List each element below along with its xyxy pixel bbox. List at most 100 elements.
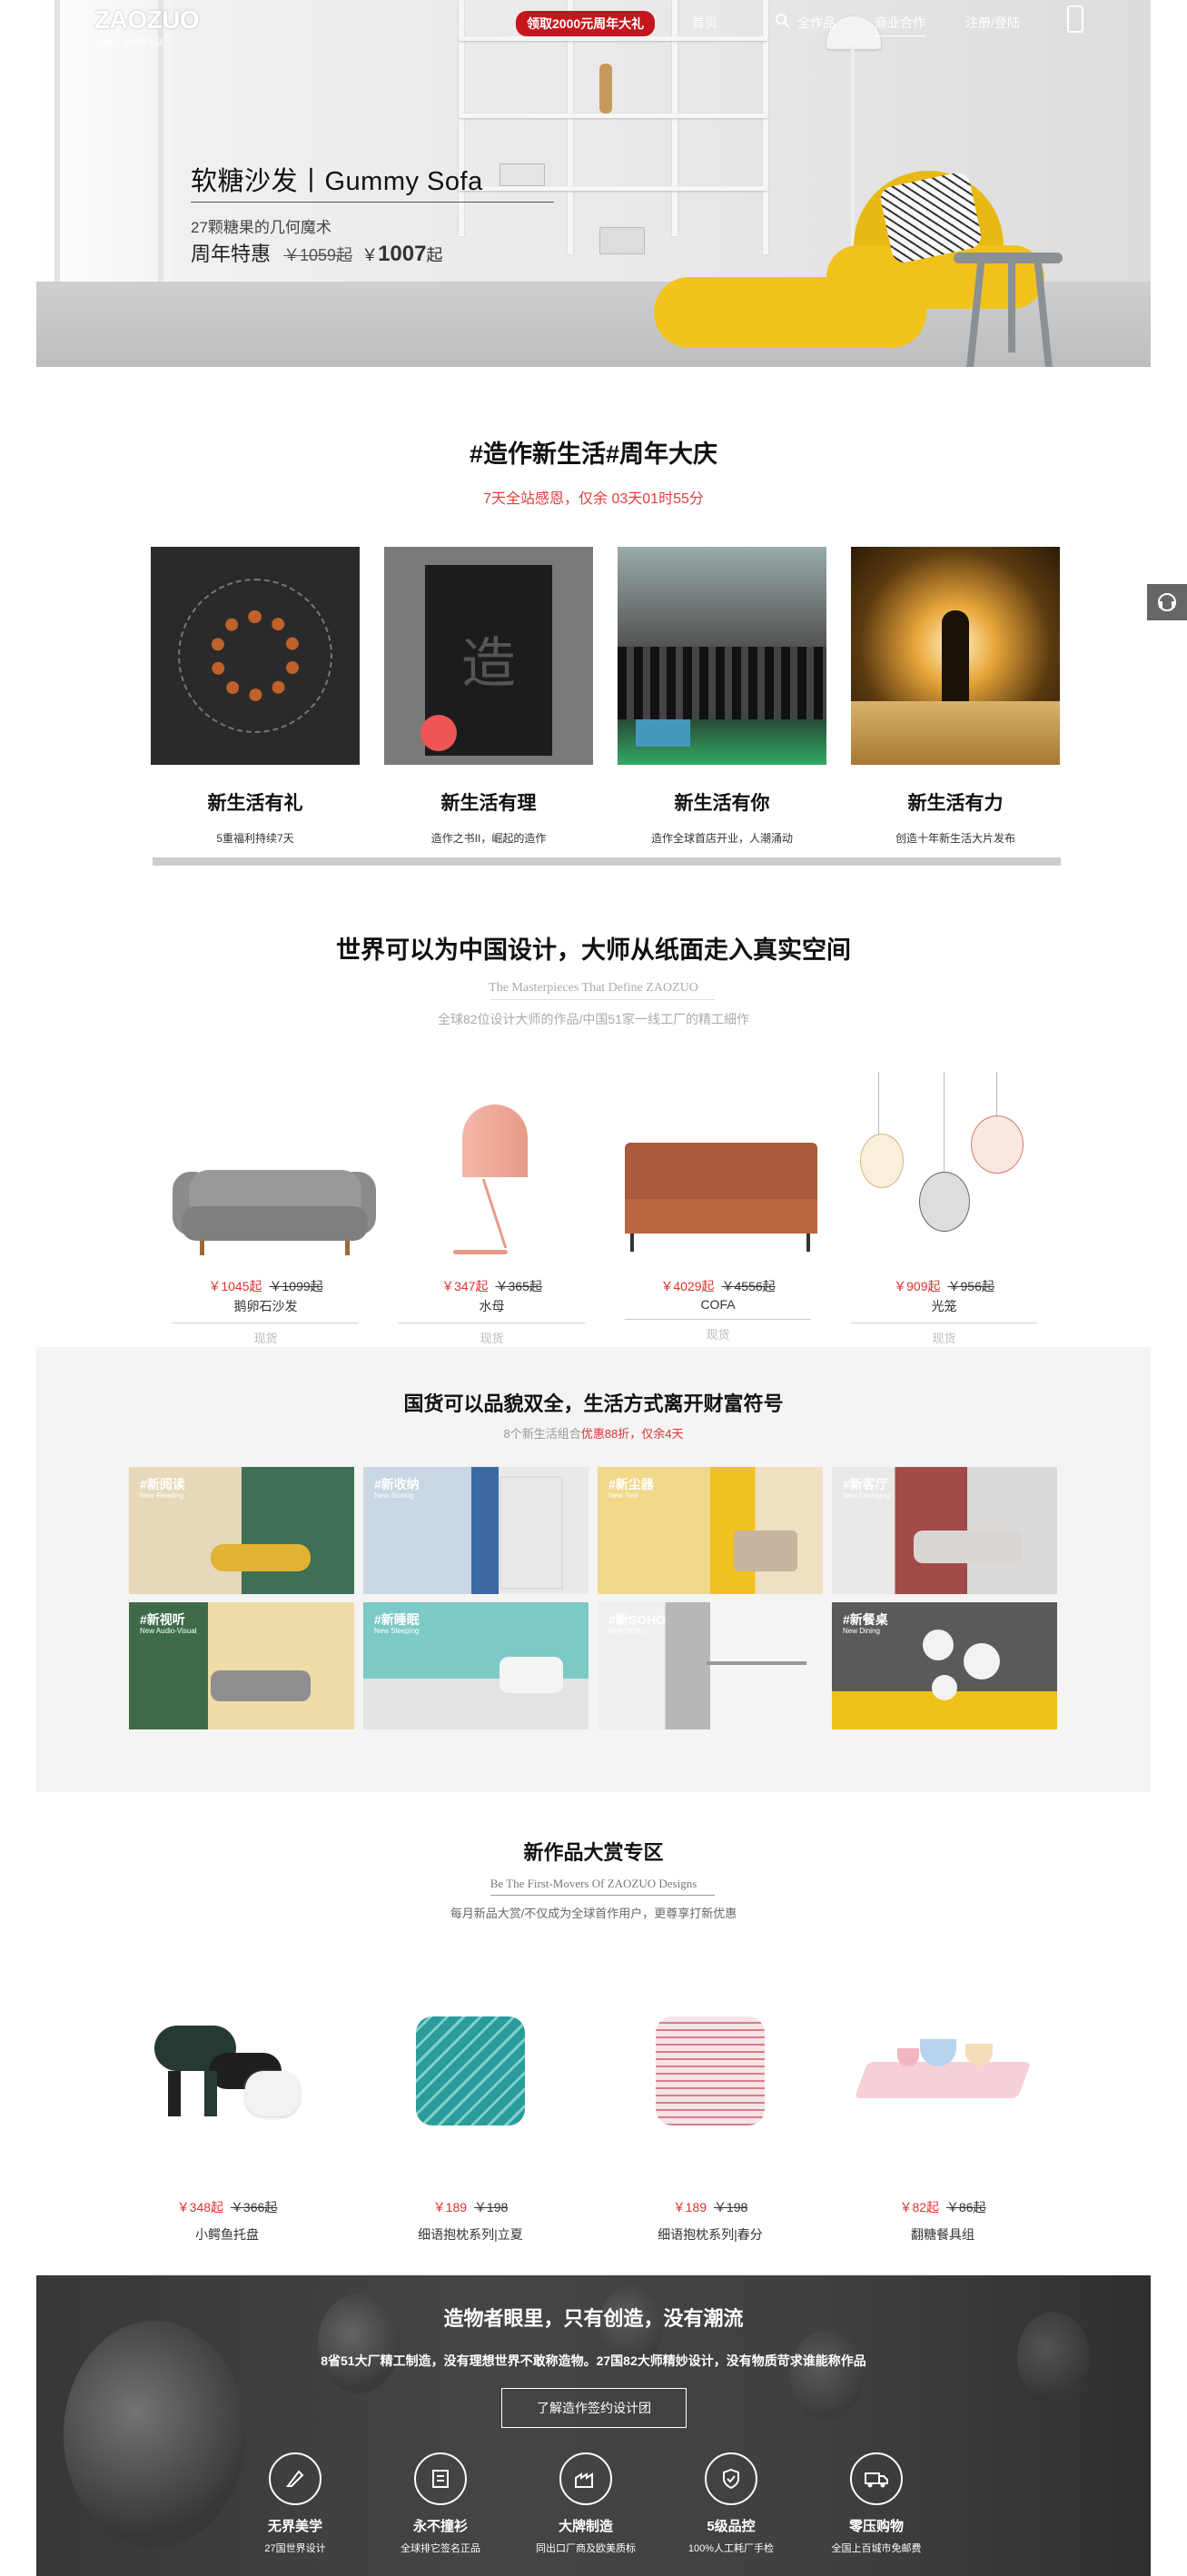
hero-new-price-value: 1007 [378, 242, 427, 266]
hero-old-price: ￥1059起 [283, 246, 353, 264]
event-card-image [151, 547, 360, 765]
section1-title: #造作新生活#周年大庆 [469, 441, 718, 468]
feature-title: 永不撞衫 [412, 2519, 468, 2534]
new-product-card[interactable]: ￥82起 ￥86起 翻糖餐具组 [843, 1998, 1043, 2244]
tile-tag: #新客厅 New Lounging [843, 1478, 889, 1500]
original-price: ￥1099起 [269, 1279, 323, 1293]
product-card[interactable]: ￥909起 ￥956起 光笼 现货 [851, 1072, 1037, 1346]
new-product-card[interactable]: ￥189 ￥198 细语抱枕系列|春分 [610, 1998, 810, 2244]
tile-sofa [211, 1544, 311, 1571]
current-price: ￥909起 [894, 1279, 941, 1293]
original-price: ￥365起 [495, 1279, 542, 1293]
tile-tag-en: New Storing [374, 1491, 414, 1500]
event-card[interactable]: 造 新生活有理 造作之书II，崛起的造作 [384, 547, 593, 846]
original-price: ￥198 [713, 2200, 748, 2214]
current-price: ￥1045起 [208, 1279, 262, 1293]
silhouette [942, 610, 969, 710]
tray-leg [168, 2071, 181, 2116]
product-card[interactable]: ￥347起 ￥365起 水母 现货 [399, 1072, 585, 1346]
original-price: ￥198 [473, 2200, 509, 2214]
current-price: ￥347起 [441, 1279, 489, 1293]
promo-badge[interactable]: 领取2000元周年大礼 [516, 11, 656, 36]
product-name: 小鳄鱼托盘 [195, 2227, 259, 2242]
factory-icon [559, 2452, 612, 2505]
event-card-title: 新生活有礼 [207, 793, 303, 814]
product-price: ￥189 ￥198 [371, 2198, 570, 2216]
section3-desc: 8个新生活组合优惠88折，仅余4天 [36, 1424, 1151, 1442]
event-card[interactable]: 新生活有礼 5重福利持续7天 [151, 547, 360, 846]
lifestyle-tile[interactable]: #新客厅 New Lounging [832, 1467, 1057, 1594]
shield-check-icon [705, 2452, 757, 2505]
tile-sofa [211, 1670, 311, 1701]
shelf-post [459, 0, 464, 236]
pillow [656, 2016, 765, 2125]
feature-title: 5级品控 [707, 2519, 756, 2534]
product-card[interactable]: ￥4029起 ￥4556起 COFA 现货 [625, 1072, 817, 1342]
product-price: ￥348起 ￥366起 [127, 2198, 327, 2216]
new-product-card[interactable]: ￥189 ￥198 细语抱枕系列|立夏 [371, 1998, 570, 2244]
lifestyle-tile[interactable]: #新睡眠 New Sleeping [363, 1602, 589, 1729]
tile-tag: #新SOHO New SOHO [608, 1613, 666, 1635]
event-card-image: 造 [384, 547, 593, 765]
pendant-cord [996, 1072, 997, 1117]
lifestyle-tile[interactable]: #新阅读 New Reading [129, 1467, 354, 1594]
nav-home[interactable]: 首页 [692, 14, 717, 32]
feature-item: 永不撞衫 全球排它签名正品 [368, 2452, 513, 2555]
current-price: ￥4029起 [660, 1279, 715, 1293]
logo[interactable]: ZAOZUO [94, 5, 200, 35]
carousel-scrollbar[interactable] [153, 857, 1061, 866]
event-card[interactable]: 新生活有你 造作全球首店开业，人潮涌动 [618, 547, 826, 846]
feature-item: 5级品控 100%人工耗厂手检 [658, 2452, 804, 2555]
dust-cloud [851, 701, 1060, 765]
section3-desc-prefix: 8个新生活组合 [503, 1427, 581, 1441]
product-price: ￥4029起 ￥4556起 [625, 1277, 811, 1295]
tile-sofa [914, 1531, 1023, 1563]
hero-banner[interactable]: 软糖沙发丨Gummy Sofa 27颗糖果的几何魔术 周年特惠 ￥1059起 ￥10… [36, 0, 1151, 367]
current-price: ￥189 [672, 2200, 707, 2214]
nav-business[interactable]: 商业合作 [875, 14, 925, 36]
mobile-phone-icon[interactable] [1067, 5, 1083, 33]
section4-desc: 每月新品大赏/不仅成为全球首作用户，更尊享打新优惠 [450, 1907, 737, 1920]
shelf-board [459, 186, 767, 191]
product-image [610, 1998, 810, 2180]
nav-login[interactable]: 注册/登陆 [965, 14, 1020, 32]
tile-tag-cn: #新阅读 [140, 1477, 185, 1491]
lifestyle-tile[interactable]: #新视听 New Audio-Visual [129, 1602, 354, 1729]
event-card[interactable]: 新生活有力 创造十年新生活大片发布 [851, 547, 1060, 846]
lifestyle-tile[interactable]: #新收纳 New Storing [363, 1467, 589, 1594]
headset-icon [1158, 593, 1176, 611]
search-icon[interactable] [775, 13, 791, 34]
hero-new-price: ￥1007起 [361, 242, 442, 266]
tile-tag: #新餐桌 New Dining [843, 1613, 888, 1635]
lifestyle-tile[interactable]: #新餐桌 New Dining [832, 1602, 1057, 1729]
product-name: 翻糖餐具组 [911, 2227, 974, 2242]
feature-desc: 全球排它签名正品 [401, 2543, 480, 2554]
product-card[interactable]: ￥1045起 ￥1099起 鹅卵石沙发 现货 [173, 1072, 376, 1346]
tile-tag-cn: #新餐桌 [843, 1612, 888, 1627]
nav-all-works[interactable]: 全作品 [797, 14, 836, 32]
sofa-leg [200, 1241, 204, 1255]
section4-divider [490, 1895, 715, 1896]
original-price: ￥86起 [945, 2200, 986, 2214]
cofa-leg [806, 1234, 810, 1252]
lifestyle-tile[interactable]: #新SOHO New SOHO [598, 1602, 823, 1729]
product-name: 光笼 [931, 1299, 957, 1313]
event-card-image [618, 547, 826, 765]
tile-tag-en: New Sleeping [374, 1627, 420, 1635]
tile-tag-en: New Lounging [843, 1491, 890, 1500]
feature-desc: 27国世界设计 [264, 2543, 326, 2554]
lifestyle-tile[interactable]: #新尘器 New Tool [598, 1467, 823, 1594]
designers-learn-more-button[interactable]: 了解造作签约设计团 [501, 2388, 687, 2428]
pen-nib-icon [269, 2452, 321, 2505]
new-product-card[interactable]: ￥348起 ￥366起 小鳄鱼托盘 [127, 1998, 327, 2244]
lamp-base [453, 1250, 508, 1254]
book-glyph: 造 [461, 632, 516, 696]
stock-status: 现货 [932, 1332, 956, 1345]
grid-card-icon [414, 2452, 467, 2505]
tile-tag: #新睡眠 New Sleeping [374, 1613, 420, 1635]
customer-service-tab[interactable] [1147, 584, 1187, 620]
shelf-board [459, 114, 767, 118]
tray-leg [204, 2071, 217, 2116]
tile-tag: #新收纳 New Storing [374, 1478, 420, 1500]
event-card-desc: 5重福利持续7天 [216, 832, 294, 845]
